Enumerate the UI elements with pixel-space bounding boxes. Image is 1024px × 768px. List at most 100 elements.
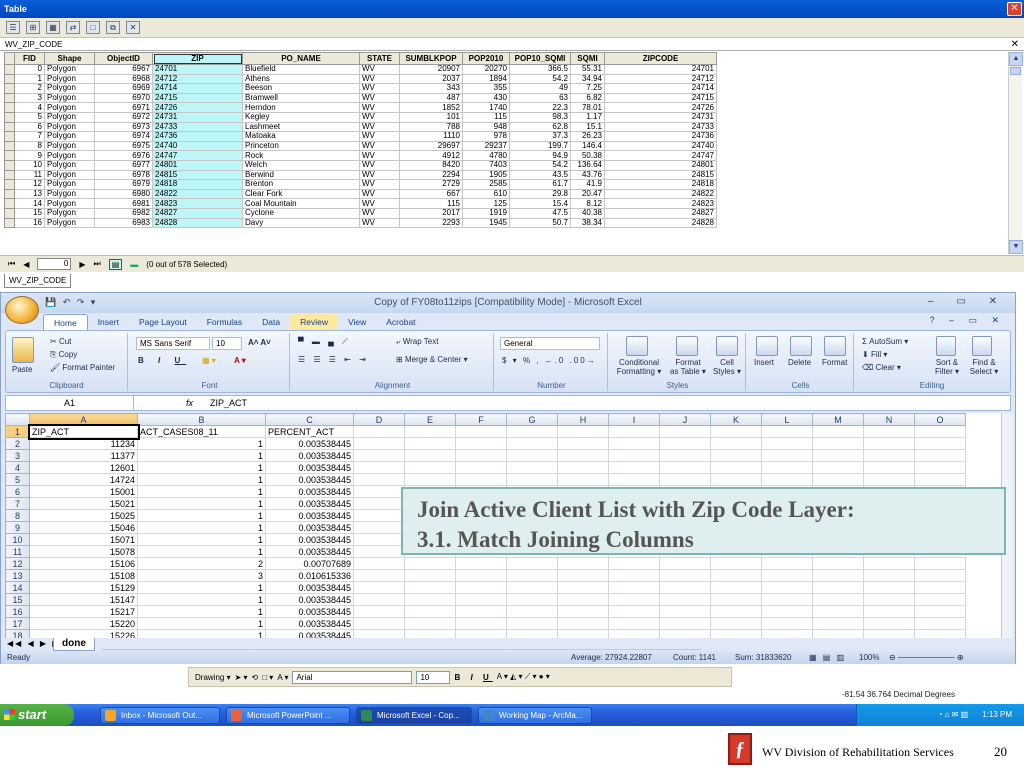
sheet-cell[interactable] [659,581,711,594]
sheet-cell[interactable]: 15021 [29,497,138,510]
sheet-cell[interactable]: 1 [137,629,266,638]
column-header-zip[interactable]: ZIP [152,52,243,65]
sheet-cell[interactable] [761,593,813,606]
table-row[interactable]: 11 Polygon 6978 24815 Berwind WV 2294 1905 43.5 4… [4,169,717,181]
rotate-icon[interactable]: ⟲ [252,673,259,682]
sheet-cell[interactable] [812,425,864,438]
column-header-objectid[interactable]: ObjectID [94,52,153,65]
format-cells-icon[interactable] [824,336,846,356]
row-number[interactable]: 1 [5,425,30,438]
format-as-table-icon[interactable] [676,336,698,356]
quick-access-toolbar[interactable]: 💾 ↶ ↷ ▾ [45,297,97,308]
sheet-cell[interactable] [608,581,660,594]
sheet-cell[interactable] [404,449,456,462]
column-header-state[interactable]: STATE [359,52,400,65]
row-number[interactable]: 11 [5,545,30,558]
sheet-cell[interactable] [863,569,915,582]
pointer-icon[interactable]: ➤ ▾ [235,673,248,682]
sheet-cell[interactable] [812,605,864,618]
vertical-align-icons[interactable]: ▀ ▬ ▄ ⟋ [298,337,351,347]
sheet-cell[interactable] [455,449,507,462]
scroll-down-icon[interactable]: ▼ [1009,240,1023,254]
show-selected-records-icon[interactable]: ▬ [130,260,138,269]
sheet-cell[interactable] [659,437,711,450]
cell-styles-button[interactable]: Cell Styles ▾ [710,358,744,376]
attribute-table[interactable]: FID Shape ObjectID ZIP PO_NAME STATE SUMBLKPOP… [4,52,1006,254]
sheet-cell[interactable] [353,533,405,546]
row-number[interactable]: 5 [5,473,30,486]
sheet-cell[interactable] [863,629,915,638]
column-letter-n[interactable]: N [863,413,915,426]
row-selector[interactable] [4,121,15,133]
sheet-cell[interactable] [455,593,507,606]
sheet-cell[interactable] [506,629,558,638]
currency-percent-icons[interactable]: $ ▾ % , ←.0 .00→ [502,356,597,365]
table-options-icon[interactable]: ☰ [6,21,20,34]
related-tables-icon[interactable]: ⊞ [26,21,40,34]
sheet-cell[interactable] [914,425,966,438]
sheet-cell[interactable]: 2 [137,557,266,570]
sheet-cell[interactable] [812,557,864,570]
number-format-select[interactable]: General [500,337,600,350]
merge-center-button[interactable]: ⊞ Merge & Center ▾ [396,355,468,364]
sheet-cell[interactable] [455,437,507,450]
sheet-cell[interactable] [506,593,558,606]
view-buttons-icon[interactable]: ▦ ▤ ▥ [809,651,846,664]
sheet-cell[interactable] [353,521,405,534]
delete-selected-icon[interactable]: ✕ [126,21,140,34]
last-record-icon[interactable]: ⏭ [94,259,101,269]
sheet-cell[interactable]: 12601 [29,461,138,474]
table-row[interactable]: 14 Polygon 6981 24823 Coal Mountain WV 115 125 1… [4,198,717,209]
close-table-icon[interactable]: ✕ [1011,38,1019,51]
sheet-cell[interactable] [455,461,507,474]
sheet-cell[interactable]: ZIP_ACT [27,423,140,440]
table-row[interactable]: 6 Polygon 6973 24733 Lashmeet WV 788 948 62.8 15.… [4,121,717,133]
column-header-zipcode[interactable]: ZIPCODE [604,52,717,65]
sheet-cell[interactable] [353,581,405,594]
conditional-formatting-icon[interactable] [626,336,648,356]
sheet-cell[interactable] [353,617,405,630]
sheet-cell[interactable] [506,557,558,570]
autosum-button[interactable]: Σ AutoSum ▾ [862,337,908,346]
table-row[interactable]: 8 Polygon 6975 24740 Princeton WV 29697 29237 19… [4,140,717,152]
sheet-cell[interactable] [557,557,609,570]
column-letter-f[interactable]: F [455,413,507,426]
taskbar-item[interactable]: Microsoft PowerPoint ... [226,706,350,724]
wrap-text-button[interactable]: ⤶ Wrap Text [396,337,438,347]
sheet-cell[interactable] [557,569,609,582]
column-header-shape[interactable]: Shape [44,52,95,65]
sheet-cell[interactable] [557,461,609,474]
sheet-cell[interactable]: 1 [137,509,266,522]
office-button-icon[interactable] [5,296,39,324]
tab-home[interactable]: Home [43,314,88,330]
taskbar-item[interactable]: Inbox - Microsoft Out... [100,706,220,724]
sheet-cell[interactable]: 0.003538445 [265,521,354,534]
row-selector[interactable] [4,217,15,229]
font-size-select[interactable]: 10 [212,337,242,350]
sheet-cell[interactable] [761,449,813,462]
taskbar-item[interactable]: Working Map - ArcMa... [478,706,592,724]
sheet-cell[interactable]: 0.003538445 [265,629,354,638]
sheet-cell[interactable] [353,449,405,462]
sheet-cell[interactable]: 0.003538445 [265,617,354,630]
find-select-button[interactable]: Find & Select ▾ [966,358,1002,376]
zoom-selected-icon[interactable]: ⧉ [106,21,120,34]
table-row[interactable]: 1 Polygon 6968 24712 Athens WV 2037 1894 54.2 34.… [4,73,717,85]
cut-button[interactable]: ✂ Cut [50,337,71,346]
sheet-cell[interactable] [455,605,507,618]
row-number[interactable]: 3 [5,449,30,462]
sheet-cell[interactable] [506,605,558,618]
drawing-menu[interactable]: Drawing ▾ [195,673,231,682]
sheet-cell[interactable] [863,605,915,618]
sheet-cell[interactable]: 0.003538445 [265,545,354,558]
formula-input[interactable]: ZIP_ACT [210,396,247,410]
sort-filter-icon[interactable] [936,336,956,356]
sheet-cell[interactable] [710,617,762,630]
row-selector[interactable] [4,188,15,200]
bold-italic-underline-icons[interactable]: B I U [138,356,186,365]
conditional-formatting-button[interactable]: Conditional Formatting ▾ [614,358,664,376]
fill-color-icon[interactable]: ▦ ▾ [202,356,216,365]
sheet-cell[interactable] [557,425,609,438]
sheet-cell[interactable] [506,617,558,630]
sheet-cell[interactable] [914,461,966,474]
